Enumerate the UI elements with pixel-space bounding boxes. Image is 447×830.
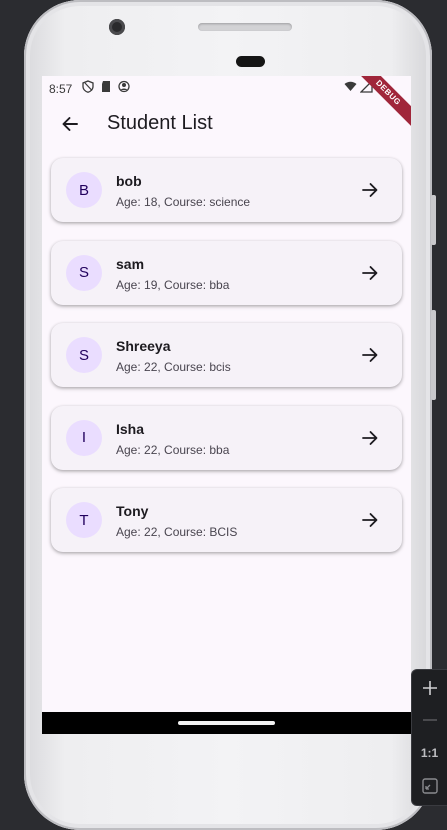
shield-icon: [82, 80, 94, 93]
arrow-forward-icon[interactable]: [360, 180, 380, 200]
page-title: Student List: [107, 112, 213, 134]
avatar: B: [66, 172, 102, 208]
minus-icon: [422, 719, 437, 721]
avatar: S: [66, 337, 102, 374]
back-button[interactable]: [54, 108, 86, 140]
arrow-forward-icon[interactable]: [360, 510, 380, 530]
status-notification-icons: [82, 80, 130, 93]
plus-icon: [422, 681, 437, 695]
app-bar: Student List: [42, 100, 411, 148]
avatar: I: [66, 419, 102, 456]
student-name: sam: [116, 255, 145, 272]
status-bar: 8:57 DEBUG: [42, 76, 411, 130]
arrow-back-icon: [62, 117, 78, 131]
earpiece-speaker: [198, 23, 292, 31]
fit-screen-icon: [421, 778, 438, 794]
zoom-out-button[interactable]: [412, 704, 447, 736]
zoom-in-button[interactable]: [412, 672, 447, 704]
student-name: Shreeya: [116, 338, 171, 355]
student-card[interactable]: B bob Age: 18, Course: science: [51, 158, 402, 222]
avatar: T: [66, 502, 102, 539]
student-details: Age: 22, Course: BCIS: [116, 525, 238, 540]
home-indicator[interactable]: [178, 721, 275, 725]
zoom-reset-label: 1:1: [420, 746, 439, 760]
face-icon: [118, 80, 130, 93]
side-button: [431, 310, 436, 400]
arrow-forward-icon[interactable]: [360, 428, 380, 448]
emulator-zoom-panel: 1:1: [412, 670, 447, 805]
student-details: Age: 22, Course: bba: [116, 442, 230, 457]
arrow-forward-icon[interactable]: [360, 263, 380, 283]
student-card[interactable]: S Shreeya Age: 22, Course: bcis: [51, 323, 402, 388]
zoom-fit-button[interactable]: [412, 770, 447, 802]
student-details: Age: 19, Course: bba: [116, 277, 230, 292]
student-name: bob: [116, 173, 142, 189]
app-screen: 8:57 DEBUG Student List B bob Age: 18, C…: [42, 76, 411, 734]
student-details: Age: 22, Course: bcis: [116, 360, 231, 375]
zoom-reset-button[interactable]: 1:1: [412, 737, 447, 769]
sd-card-icon: [102, 81, 110, 92]
front-camera: [109, 19, 125, 35]
avatar: S: [66, 254, 102, 291]
status-time: 8:57: [49, 82, 73, 96]
proximity-sensor: [236, 56, 265, 67]
side-button: [431, 195, 436, 245]
student-details: Age: 18, Course: science: [116, 195, 251, 209]
student-card[interactable]: T Tony Age: 22, Course: BCIS: [51, 488, 402, 553]
student-name: Isha: [116, 420, 145, 437]
wifi-icon: [344, 81, 357, 91]
student-name: Tony: [116, 503, 149, 520]
student-list: B bob Age: 18, Course: science S sam Age…: [51, 158, 402, 571]
student-card[interactable]: I Isha Age: 22, Course: bba: [51, 405, 402, 470]
student-card[interactable]: S sam Age: 19, Course: bba: [51, 240, 402, 305]
system-navigation-bar: [42, 712, 411, 734]
arrow-forward-icon[interactable]: [360, 345, 380, 365]
